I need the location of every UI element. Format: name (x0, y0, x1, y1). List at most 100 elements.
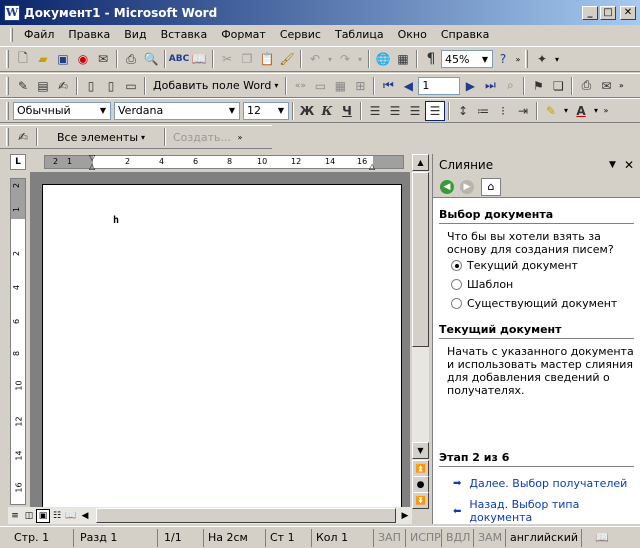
paste-icon[interactable]: 📋 (257, 49, 277, 69)
view-merged-data-icon[interactable]: «» (290, 76, 310, 96)
highlight-fields-icon[interactable]: ▭ (310, 76, 330, 96)
open-data-source-icon[interactable]: ▤ (33, 76, 53, 96)
font-size-combo[interactable]: 12 ▼ (243, 101, 289, 120)
menu-tools[interactable]: Сервис (273, 28, 328, 41)
create-button[interactable]: Создать... (169, 127, 235, 147)
highlight-icon[interactable]: ✎ (541, 101, 561, 121)
left-indent-marker[interactable]: △ (89, 162, 95, 171)
match-fields-icon[interactable]: ▦ (330, 76, 350, 96)
indent-icon[interactable]: ⇥ (513, 101, 533, 121)
align-center-icon[interactable]: ☰ (385, 101, 405, 121)
record-number-field[interactable]: 1 (418, 76, 461, 95)
display-for-review-icon[interactable]: ✍ (13, 127, 33, 147)
merge-to-printer-icon[interactable]: ⎙ (576, 76, 596, 96)
font-color-icon[interactable]: A (571, 101, 591, 121)
help-icon[interactable]: ? (493, 49, 513, 69)
format-painter-icon[interactable]: 🖌 (277, 49, 297, 69)
highlight-doc-icon[interactable]: ✦ (532, 49, 552, 69)
radio-template[interactable]: Шаблон (439, 275, 634, 294)
insert-greeting-icon[interactable]: ▯ (101, 76, 121, 96)
main-document-setup-icon[interactable]: ✎ (13, 76, 33, 96)
chevron-down-icon[interactable]: ▾ (591, 101, 601, 121)
bullets-icon[interactable]: ⁝ (493, 101, 513, 121)
horizontal-scrollbar[interactable]: ≡ ◫ ▣ ☷ 📖 ◀ ▶ (8, 507, 412, 524)
previous-record-icon[interactable]: ◀ (398, 76, 418, 96)
normal-view-icon[interactable]: ≡ (8, 509, 22, 523)
word-app-icon[interactable]: W (4, 4, 20, 21)
previous-page-icon[interactable]: ⏫ (412, 460, 429, 477)
minimize-button[interactable]: _ (582, 5, 598, 20)
outline-view-icon[interactable]: ☷ (50, 509, 64, 523)
status-track-changes[interactable]: ИСПР (406, 528, 442, 547)
zoom-combo[interactable]: 45% ▼ (441, 50, 493, 68)
status-language[interactable]: английский (506, 528, 582, 547)
save-icon[interactable]: ▣ (53, 49, 73, 69)
copy-icon[interactable]: ❐ (237, 49, 257, 69)
horizontal-scroll-thumb[interactable] (96, 508, 396, 523)
next-step-link[interactable]: ➡ Далее. Выбор получателей (439, 467, 634, 494)
bold-button[interactable]: Ж (297, 101, 317, 121)
toolbar-grip[interactable] (6, 50, 9, 68)
table-icon[interactable]: ▦ (393, 49, 413, 69)
menu-table[interactable]: Таблица (328, 28, 391, 41)
new-document-icon[interactable]: 🗋 (13, 49, 33, 69)
insert-address-icon[interactable]: ▯ (81, 76, 101, 96)
previous-step-link[interactable]: ⬅ Назад. Выбор типа документа (439, 494, 634, 528)
justify-icon[interactable]: ☰ (425, 100, 445, 121)
first-record-icon[interactable]: ⏮ (378, 76, 398, 96)
check-errors-icon[interactable]: ⚑ (528, 76, 548, 96)
recipients-icon[interactable]: ✍ (53, 76, 73, 96)
research-icon[interactable]: 📖 (189, 49, 209, 69)
maximize-button[interactable]: □ (600, 5, 616, 20)
print-preview-icon[interactable]: 🔍 (141, 49, 161, 69)
title-bar[interactable]: W Документ1 - Microsoft Word _ □ ✕ (0, 0, 640, 25)
find-entry-icon[interactable]: ⌕ (500, 76, 520, 96)
select-browse-object-icon[interactable]: ● (412, 476, 429, 493)
next-record-icon[interactable]: ▶ (460, 76, 480, 96)
show-hide-icon[interactable]: ¶ (421, 49, 441, 69)
toolbar-options-icon[interactable]: » (601, 101, 611, 121)
radio-current-document[interactable]: Текущий документ (439, 256, 634, 275)
menu-window[interactable]: Окно (391, 28, 434, 41)
horizontal-ruler[interactable]: 2 1 2 4 6 8 10 12 14 16 ▽ △ △ (44, 153, 404, 171)
vertical-ruler[interactable]: 2 1 2 4 6 8 10 12 14 16 (10, 178, 26, 505)
menu-grip[interactable] (10, 27, 13, 42)
home-icon[interactable]: ⌂ (481, 177, 501, 196)
web-layout-icon[interactable]: ◫ (22, 509, 36, 523)
toolbar-options-icon[interactable]: » (235, 127, 245, 147)
menu-file[interactable]: Файл (17, 28, 61, 41)
merge-to-document-icon[interactable]: ❏ (548, 76, 568, 96)
menu-help[interactable]: Справка (434, 28, 496, 41)
undo-icon[interactable]: ↶ (305, 49, 325, 69)
permission-icon[interactable]: ◉ (73, 49, 93, 69)
first-line-indent-marker[interactable]: ▽ (89, 153, 95, 162)
scroll-thumb[interactable] (412, 172, 429, 347)
insert-word-field-button[interactable]: Добавить поле Word ▾ (149, 76, 282, 96)
close-button[interactable]: ✕ (620, 5, 636, 20)
task-pane-close-icon[interactable]: ✕ (624, 158, 634, 172)
scroll-left-icon[interactable]: ◀ (78, 509, 92, 523)
scroll-down-icon[interactable]: ▼ (412, 442, 429, 459)
toolbar-options-icon[interactable]: » (513, 49, 523, 69)
redo-dropdown-icon[interactable]: ▾ (355, 49, 365, 69)
line-spacing-icon[interactable]: ↕ (453, 101, 473, 121)
style-combo[interactable]: Обычный ▼ (13, 101, 111, 120)
more-options-icon[interactable]: ▾ (552, 49, 562, 69)
open-folder-icon[interactable]: ▰ (33, 49, 53, 69)
forward-arrow-icon[interactable]: ▶ (457, 178, 477, 196)
cut-icon[interactable]: ✂ (217, 49, 237, 69)
spelling-icon[interactable]: ABC (169, 49, 189, 69)
chevron-down-icon[interactable]: ▼ (225, 103, 239, 119)
status-extend[interactable]: ВДЛ (442, 528, 474, 547)
menu-edit[interactable]: Правка (61, 28, 117, 41)
show-markup-button[interactable]: Все элементы ▾ (41, 127, 161, 147)
menu-insert[interactable]: Вставка (154, 28, 215, 41)
toolbar-options-icon[interactable]: » (616, 76, 626, 96)
font-combo[interactable]: Verdana ▼ (114, 101, 240, 120)
redo-icon[interactable]: ↷ (335, 49, 355, 69)
chevron-down-icon[interactable]: ▼ (478, 51, 492, 67)
document-area[interactable]: h (30, 172, 410, 514)
align-left-icon[interactable]: ☰ (365, 101, 385, 121)
insert-fields-icon[interactable]: ▭ (121, 76, 141, 96)
print-layout-icon[interactable]: ▣ (36, 508, 50, 523)
